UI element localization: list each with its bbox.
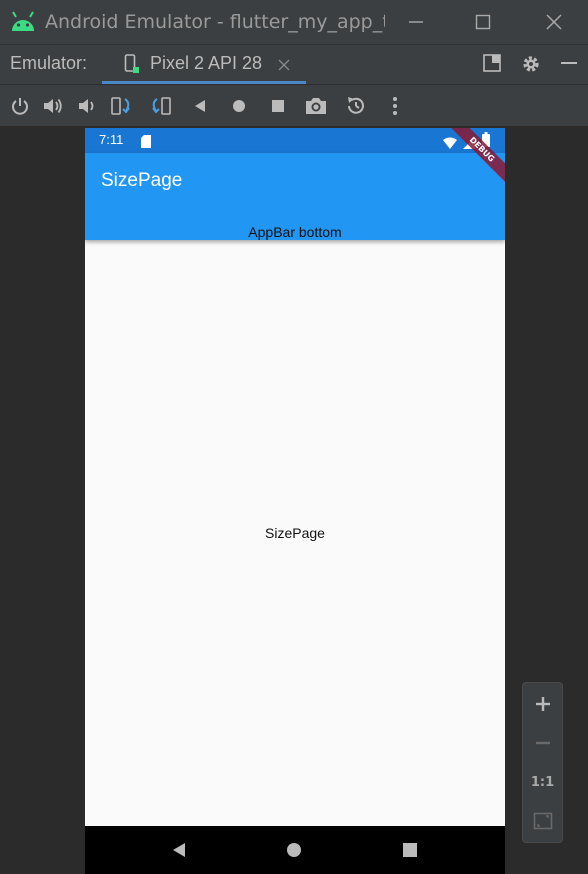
sd-card-icon — [141, 133, 151, 152]
device-icon — [124, 54, 140, 80]
appbar-bottom-text: AppBar bottom — [248, 224, 342, 240]
home-icon[interactable] — [227, 94, 251, 118]
zoom-fit-button[interactable] — [523, 806, 562, 836]
hide-panel-icon[interactable] — [559, 53, 579, 77]
android-icon — [10, 11, 36, 33]
title-bar: Android Emulator - flutter_my_app_te — [0, 0, 588, 44]
emulator-label: Emulator: — [10, 53, 88, 73]
device-screen[interactable]: 7:11 SizePage AppBar bottom DEBUG SizePa… — [85, 128, 505, 874]
page-body-text: SizePage — [265, 525, 325, 541]
window-title: Android Emulator - flutter_my_app_te — [45, 11, 385, 33]
gear-icon[interactable] — [520, 53, 542, 79]
snapshot-icon[interactable] — [344, 94, 368, 118]
zoom-panel: 1:1 — [522, 682, 563, 843]
debug-banner-label: DEBUG — [445, 128, 505, 186]
zoom-ratio-label: 1:1 — [530, 774, 555, 790]
rotate-left-icon[interactable] — [110, 94, 134, 118]
fit-screen-icon — [533, 812, 552, 830]
zoom-actual-size-button[interactable]: 1:1 — [523, 767, 562, 797]
volume-down-icon[interactable] — [75, 94, 99, 118]
camera-icon[interactable] — [304, 94, 328, 118]
nav-back-icon[interactable] — [169, 840, 189, 860]
tab-label: Pixel 2 API 28 — [150, 53, 263, 73]
tab-pixel-2-api-28[interactable]: Pixel 2 API 28 — [102, 45, 306, 84]
power-icon[interactable] — [8, 94, 32, 118]
zoom-in-button[interactable] — [523, 689, 562, 719]
tab-close-icon[interactable] — [278, 56, 290, 75]
overview-icon[interactable] — [266, 94, 290, 118]
volume-up-icon[interactable] — [41, 94, 65, 118]
zoom-out-button[interactable] — [523, 728, 562, 758]
emulator-tab-bar: Emulator: Pixel 2 API 28 — [0, 44, 588, 84]
status-time: 7:11 — [99, 132, 124, 147]
minimize-button[interactable] — [392, 0, 440, 44]
status-bar: 7:11 — [85, 128, 505, 153]
close-window-button[interactable] — [530, 0, 578, 44]
maximize-button[interactable] — [459, 0, 507, 44]
debug-banner: DEBUG — [445, 128, 505, 188]
nav-overview-icon[interactable] — [400, 840, 420, 860]
emulator-toolbar — [0, 84, 588, 126]
app-bar: SizePage AppBar bottom — [85, 153, 505, 240]
navigation-bar — [85, 826, 505, 874]
window-mode-icon[interactable] — [482, 53, 502, 77]
appbar-title: SizePage — [101, 170, 183, 191]
back-icon[interactable] — [188, 94, 212, 118]
rotate-right-icon[interactable] — [148, 94, 172, 118]
minus-icon — [535, 741, 550, 745]
nav-home-icon[interactable] — [284, 840, 304, 860]
more-icon[interactable] — [383, 94, 407, 118]
plus-icon — [535, 697, 550, 711]
